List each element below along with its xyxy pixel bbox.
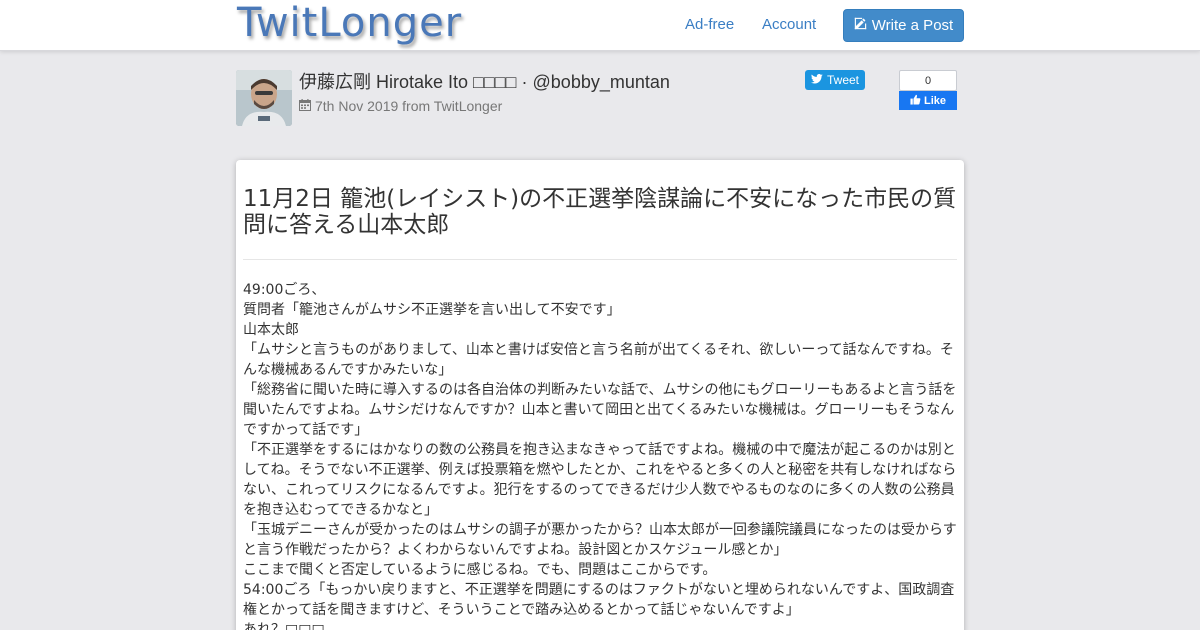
- thumbs-up-icon: [910, 94, 921, 108]
- top-navbar: TwitLonger Ad-free Account Write a Post: [0, 0, 1200, 51]
- post-line: 54:00ごろ「もっかい戻りますと、不正選挙を問題にするのはファクトがないと埋め…: [243, 582, 955, 618]
- write-post-label: Write a Post: [871, 17, 954, 34]
- write-post-button[interactable]: Write a Post: [843, 9, 964, 42]
- author-name[interactable]: 伊藤広剛 Hirotake Ito □□□□ · @bobby_muntan: [299, 68, 670, 94]
- post-line: 山本太郎: [243, 322, 299, 338]
- facebook-like-button[interactable]: Like: [899, 91, 957, 110]
- facebook-like-count: 0: [899, 70, 957, 91]
- post-line: 質問者「籠池さんがムサシ不正選挙を言い出して不安です」: [243, 302, 621, 318]
- post-line: 49:00ごろ、: [243, 282, 326, 298]
- edit-icon: [854, 17, 867, 34]
- post-line: 「総務省に聞いた時に導入するのは各自治体の判断みたいな話で、ムサシの他にもグロー…: [243, 382, 957, 438]
- post-line: 「ムサシと言うものがありまして、山本と書けば安倍と言う名前が出てくるそれ、欲しい…: [243, 342, 954, 378]
- post-line: 「不正選挙をするにはかなりの数の公務員を抱き込まなきゃって話ですよね。機械の中で…: [243, 442, 957, 518]
- post-title: 11月2日 籠池(レイシスト)の不正選挙陰謀論に不安になった市民の質問に答える山…: [243, 186, 957, 238]
- divider: [243, 259, 957, 260]
- post-line: 「玉城デニーさんが受かったのはムサシの調子が悪かったから？山本太郎が一回参議院議…: [243, 522, 957, 558]
- post-body: 49:00ごろ、 質問者「籠池さんがムサシ不正選挙を言い出して不安です」 山本太…: [243, 280, 959, 630]
- nav-link-account[interactable]: Account: [762, 16, 816, 33]
- facebook-like-widget[interactable]: 0 Like: [899, 70, 957, 110]
- twitter-bird-icon: [810, 73, 823, 87]
- twitlonger-logo[interactable]: TwitLonger: [237, 0, 462, 46]
- post-line: ここまで聞くと否定しているように感じるね。でも、問題はここからです。: [243, 562, 717, 578]
- post-meta: 7th Nov 2019 from TwitLonger: [299, 98, 502, 114]
- post-date: 7th Nov 2019 from TwitLonger: [315, 98, 503, 114]
- like-label: Like: [923, 94, 946, 107]
- tweet-button[interactable]: Tweet: [805, 70, 865, 90]
- author-avatar[interactable]: [236, 70, 292, 126]
- post-line: あれ？□□□: [243, 622, 325, 630]
- tweet-label: Tweet: [826, 73, 859, 87]
- nav-link-ad-free[interactable]: Ad-free: [685, 16, 734, 33]
- post-card: 11月2日 籠池(レイシスト)の不正選挙陰謀論に不安になった市民の質問に答える山…: [236, 160, 964, 630]
- calendar-icon: [299, 98, 311, 114]
